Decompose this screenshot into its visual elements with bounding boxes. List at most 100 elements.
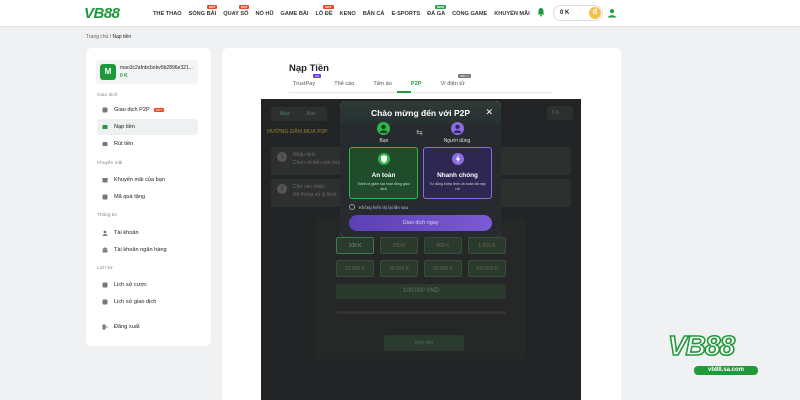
tab-trustpay[interactable]: TrustPay Hot <box>293 74 322 87</box>
sidebar-item-label: Nạp tiền <box>114 124 135 130</box>
nav-item-keno[interactable]: KENO <box>340 11 356 17</box>
account-icon <box>102 230 108 236</box>
sidebar-item-tai-khoan[interactable]: Tài khoản <box>97 225 198 241</box>
amount-option[interactable]: 100.000 K <box>468 260 506 277</box>
user-label: Người dùng <box>443 138 471 144</box>
swap-icon: ⇆ <box>416 128 423 137</box>
dont-show-again[interactable]: Không hiển thị lại lần sau <box>349 204 408 210</box>
nav-item-the-thao[interactable]: THỂ THAO <box>153 11 182 17</box>
logout-icon <box>102 324 108 330</box>
amount-slider[interactable] <box>336 311 506 314</box>
you-avatar-icon <box>377 122 390 135</box>
amount-option[interactable]: 10.000 K <box>336 260 374 277</box>
coin-icon: đ <box>589 7 601 19</box>
amount-option[interactable]: 500 K <box>424 237 462 254</box>
sidebar-item-label: Lịch sử giao dịch <box>114 299 157 305</box>
modal-title: Chào mừng đến với P2P <box>370 108 471 118</box>
tab-active-indicator <box>397 91 411 93</box>
sidebar-item-label: Mã quà tặng <box>114 194 146 200</box>
sidebar-item-p2p[interactable]: Giao dịch P2P HOT <box>97 102 198 118</box>
wallet-icon <box>102 125 108 129</box>
balance-pill[interactable]: 0 K đ <box>553 5 603 21</box>
hot-badge: HOT <box>206 4 218 9</box>
buy-tab[interactable]: Mua <box>280 111 290 117</box>
buy-sell-toggle[interactable]: Mua Bán <box>271 107 327 121</box>
sidebar-item-label: Rút tiền <box>114 141 134 147</box>
hot-badge: HOT <box>153 108 165 112</box>
safe-card-desc: Tránh bị giám sát hoạt động giao dịch <box>357 182 410 191</box>
user-avatar-icon <box>451 122 464 135</box>
sidebar-item-khuyen-mai[interactable]: Khuyến mãi của bạn <box>97 172 198 188</box>
amount-option[interactable]: 20.000 K <box>380 260 418 277</box>
account-balance: 0 K <box>120 73 128 79</box>
nav-item-cong-game[interactable]: CỔNG GAME <box>452 11 487 17</box>
tab-p2p[interactable]: P2P <box>411 81 422 87</box>
tab-vi-dien-tu[interactable]: Ví điện tử Bảo trì <box>440 74 471 87</box>
logout-button[interactable]: Đăng xuất <box>97 319 198 335</box>
sidebar-item-nap-tien[interactable]: Nạp tiền <box>97 119 198 135</box>
you-label: Bạn <box>379 138 389 144</box>
submit-button[interactable]: Nạp tiền <box>384 335 464 351</box>
breadcrumb: Trang chủ / Nạp tiền <box>86 34 131 40</box>
amount-option[interactable]: 200 K <box>380 237 418 254</box>
safe-card-title: An toàn <box>371 172 396 179</box>
transaction-history-icon <box>102 299 108 305</box>
sidebar-item-lich-su-giao-dich[interactable]: Lịch sử giao dịch <box>97 294 198 310</box>
step-title: Nhập lệnh <box>293 152 316 158</box>
sidebar-item-lich-su-cuoc[interactable]: Lịch sử cược <box>97 277 198 293</box>
gift-icon <box>102 178 108 183</box>
hot-badge: HOT <box>239 4 250 9</box>
nav-item-game-bai[interactable]: GAME BÀI <box>280 11 308 17</box>
bell-icon[interactable] <box>536 7 546 17</box>
modal-header: Chào mừng đến với P2P ✕ <box>340 101 501 125</box>
sell-tab[interactable]: Bán <box>307 111 316 117</box>
nav-item-no-hu[interactable]: NỔ HŨ <box>255 11 273 17</box>
section-title: Khuyến mãi <box>97 161 123 166</box>
tab-divider <box>289 92 552 93</box>
dont-show-label: Không hiển thị lại lần sau <box>359 204 409 210</box>
breadcrumb-home[interactable]: Trang chủ <box>86 34 108 40</box>
sidebar-item-ma-qua-tang[interactable]: Mã quà tặng <box>97 189 198 205</box>
hot-badge: Hot <box>312 74 322 78</box>
nav-item-quay-so[interactable]: QUAY SỐ HOT <box>223 4 250 17</box>
account-name: mao3c2afnbcbobv5b2896e321... <box>120 65 193 71</box>
section-title: Giao dịch <box>97 93 118 98</box>
step-title: Chờ xác nhận <box>293 184 325 190</box>
lightning-icon <box>451 153 464 165</box>
safe-card: An toàn Tránh bị giám sát hoạt động giao… <box>349 147 418 199</box>
tab-tien-ao[interactable]: Tiền ảo <box>373 81 391 87</box>
nav-item-ban-ca[interactable]: BẮN CÁ <box>363 11 385 17</box>
code-icon <box>102 194 108 200</box>
account-sidebar: M mao3c2afnbcbobv5b2896e321... 0 K Giao … <box>86 48 211 346</box>
bet-history-icon <box>102 282 108 288</box>
site-logo[interactable]: VB88 <box>84 5 120 22</box>
right-balance-value: 0 K <box>552 110 560 116</box>
amount-total[interactable]: 100,000 VND <box>336 284 506 299</box>
amount-option[interactable]: 50.000 K <box>424 260 462 277</box>
nav-item-lo-de[interactable]: LÔ ĐỀ HOT <box>315 4 334 17</box>
sidebar-item-label: Giao dịch P2P <box>114 107 150 113</box>
brand-url: vb88.sa.com <box>694 366 758 375</box>
amount-option[interactable]: 1.000 K <box>468 237 506 254</box>
right-balance: 0 K <box>547 106 573 120</box>
close-icon[interactable]: ✕ <box>485 107 493 118</box>
amount-panel: 100 K 200 K 500 K 1.000 K 10.000 K 20.00… <box>316 219 526 359</box>
balance-value: 0 K <box>560 10 570 16</box>
tab-the-cao[interactable]: Thẻ cào <box>334 81 354 87</box>
nav-item-esports[interactable]: E-SPORTS <box>391 11 420 17</box>
sidebar-item-tai-khoan-ngan-hang[interactable]: Tài khoản ngân hàng <box>97 242 198 258</box>
hot-badge: HOT <box>323 4 334 9</box>
step-desc: Hệ thống xử lý lệnh <box>293 192 337 198</box>
shield-icon <box>377 153 390 165</box>
amount-option[interactable]: 100 K <box>336 237 374 254</box>
sidebar-item-rut-tien[interactable]: Rút tiền <box>97 136 198 152</box>
maintenance-badge: Bảo trì <box>458 74 471 78</box>
trade-now-button[interactable]: Giao dịch ngay <box>349 215 492 231</box>
step-number: 1 <box>277 152 287 162</box>
user-icon[interactable] <box>607 8 617 18</box>
dont-show-checkbox[interactable] <box>349 204 355 210</box>
nav-item-da-ga[interactable]: ĐÁ GÀ NEW <box>427 4 447 17</box>
nav-item-khuyen-mai[interactable]: KHUYẾN MÃI <box>494 11 529 17</box>
withdraw-icon <box>102 142 108 146</box>
nav-item-song-bai[interactable]: SÒNG BÀI HOT <box>189 4 218 17</box>
